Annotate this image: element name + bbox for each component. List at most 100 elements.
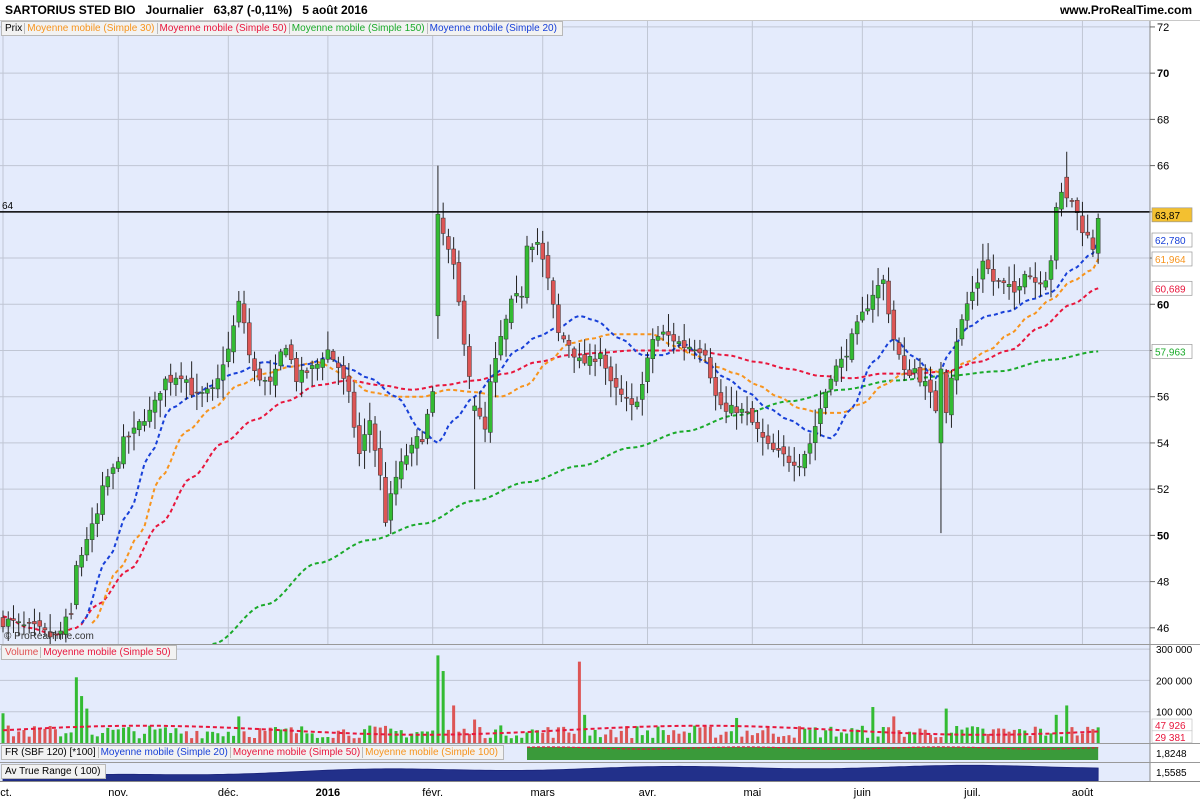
candle-body <box>938 368 944 444</box>
price-tick-label: 52 <box>1157 484 1169 496</box>
candle-body <box>309 365 315 369</box>
chart-title: SARTORIUS STED BIO Journalier 63,87 (-0,… <box>5 3 368 17</box>
candle-body <box>357 425 362 454</box>
candle-body <box>865 308 870 312</box>
candle-body <box>970 291 975 301</box>
legend-entry[interactable]: Moyenne mobile (Simple 20) <box>97 747 228 758</box>
volume-bar <box>588 735 592 743</box>
volume-bar <box>777 736 781 743</box>
legend-entry[interactable]: Moyenne mobile (Simple 50) <box>40 647 171 658</box>
volume-bar <box>509 738 513 743</box>
legend-entry[interactable]: FR (SBF 120) [*100] <box>5 747 96 758</box>
candle-body <box>5 618 11 627</box>
candle-body <box>839 358 844 368</box>
candle-body <box>11 618 16 621</box>
site-link[interactable]: www.ProRealTime.com <box>1060 3 1192 17</box>
candle-body <box>21 624 27 627</box>
volume-bar <box>184 731 188 743</box>
candle-body <box>1022 274 1028 288</box>
legend-entry[interactable]: Av True Range ( 100) <box>5 766 100 777</box>
candle-body <box>1001 280 1007 284</box>
volume-bar <box>1 713 5 743</box>
candle-body <box>157 393 163 401</box>
volume-bar <box>494 729 498 743</box>
volume-bar <box>148 725 152 743</box>
atr-value-badge: 1,5585 <box>1156 768 1187 779</box>
candle-body <box>330 351 336 360</box>
volume-bar <box>237 716 241 743</box>
candle-body <box>922 381 928 387</box>
volume-bar <box>111 729 115 743</box>
candle-body <box>509 298 514 323</box>
volume-bar <box>860 725 864 743</box>
candle-body <box>346 375 352 392</box>
volume-bar <box>462 728 466 743</box>
candle-body <box>372 423 378 451</box>
candle-body <box>304 370 310 373</box>
legend-entry[interactable]: Moyenne mobile (Simple 50) <box>229 747 361 758</box>
candle-body <box>708 357 713 379</box>
volume-bar <box>326 736 330 743</box>
candle-body <box>571 348 577 358</box>
volume-badge-value: 47 926 <box>1155 721 1186 732</box>
candle-body <box>325 349 331 360</box>
volume-bar <box>158 728 162 743</box>
candle-body <box>828 378 834 390</box>
legend-entry[interactable]: Moyenne mobile (Simple 150) <box>288 23 425 34</box>
legend-entry[interactable]: Prix <box>5 23 22 34</box>
atr-panel[interactable] <box>0 763 1150 782</box>
fr-legend[interactable]: FR (SBF 120) [*100] Moyenne mobile (Simpl… <box>1 745 504 760</box>
volume-bar <box>944 708 948 743</box>
volume-bar <box>27 736 31 743</box>
candle-body <box>199 392 205 394</box>
candle-body <box>1053 207 1059 261</box>
symbol-name: SARTORIUS STED BIO <box>5 3 136 17</box>
volume-bar <box>74 677 78 743</box>
candle-body <box>681 340 687 349</box>
candle-body <box>750 408 755 423</box>
volume-legend[interactable]: Volume Moyenne mobile (Simple 50) <box>1 645 177 660</box>
volume-bar <box>294 733 298 743</box>
time-tick-label: juin <box>853 787 871 799</box>
legend-entry[interactable]: Moyenne mobile (Simple 100) <box>362 747 498 758</box>
candle-body <box>32 621 37 625</box>
candle-body <box>320 358 325 368</box>
candle-body <box>666 331 671 336</box>
volume-bar <box>179 733 183 743</box>
volume-bar <box>436 655 440 743</box>
legend-entry[interactable]: Moyenne mobile (Simple 30) <box>24 23 155 34</box>
volume-bar <box>473 719 477 743</box>
price-legend[interactable]: Prix Moyenne mobile (Simple 30) Moyenne mo… <box>1 21 563 36</box>
atr-legend[interactable]: Av True Range ( 100) <box>1 764 107 779</box>
legend-entry[interactable]: Volume <box>5 647 38 658</box>
volume-bar <box>876 736 880 743</box>
candle-body <box>116 461 121 469</box>
candle-body <box>315 363 320 369</box>
candle-body <box>514 293 519 297</box>
volume-bar <box>839 732 843 743</box>
candle-body <box>42 627 48 631</box>
volume-bar <box>441 671 445 743</box>
candle-body <box>16 621 21 623</box>
volume-tick-label: 200 000 <box>1156 676 1193 687</box>
volume-bar <box>363 729 367 743</box>
candle-body <box>713 377 718 396</box>
legend-entry[interactable]: Moyenne mobile (Simple 20) <box>426 23 557 34</box>
candle-body <box>592 358 598 362</box>
candle-body <box>692 349 697 352</box>
volume-bar <box>446 729 450 743</box>
candle-body <box>435 213 441 317</box>
candle-body <box>351 391 357 428</box>
time-tick-label: févr. <box>422 787 443 799</box>
legend-entry[interactable]: Moyenne mobile (Simple 50) <box>156 23 287 34</box>
candle-body <box>896 342 902 355</box>
candle-body <box>362 434 367 451</box>
candle-body <box>440 217 446 234</box>
volume-bar <box>646 730 650 743</box>
candle-body <box>755 421 760 429</box>
candle-body <box>870 294 876 310</box>
resistance-label: 64 <box>2 201 14 212</box>
candle-body <box>655 336 661 341</box>
volume-bar <box>1080 733 1084 743</box>
volume-bar <box>1070 727 1074 743</box>
